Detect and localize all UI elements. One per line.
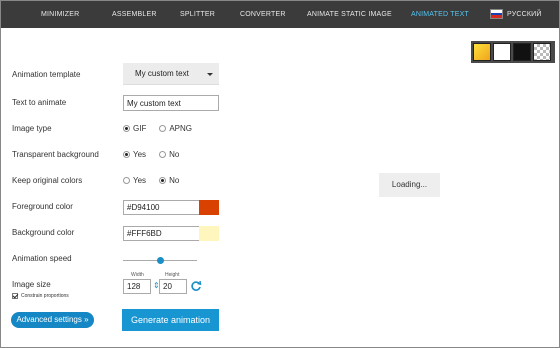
foreground-color-label: Foreground color (12, 202, 73, 211)
app-frame: MINIMIZER ASSEMBLER SPLITTER CONVERTER A… (0, 0, 560, 348)
refresh-icon[interactable] (190, 280, 202, 292)
constrain-proportions-checkbox[interactable] (12, 293, 18, 299)
language-switch[interactable]: РУССКИЙ (507, 1, 542, 28)
transparent-label: Transparent background (12, 150, 99, 159)
foreground-color-input[interactable] (123, 200, 199, 215)
foreground-color-swatch[interactable] (199, 200, 219, 215)
keep-colors-radio-group: Yes No (123, 176, 189, 185)
nav-animate-static-image[interactable]: ANIMATE STATIC IMAGE (307, 1, 392, 28)
swatch-transparent[interactable] (533, 43, 551, 61)
chevron-down-icon (207, 73, 213, 76)
keep-colors-yes-label: Yes (133, 176, 147, 185)
width-label: Width (131, 272, 144, 278)
template-select-value: My custom text (135, 69, 189, 78)
transparent-yes-label: Yes (133, 150, 147, 159)
image-type-apng-label: APNG (169, 124, 193, 133)
keep-colors-yes-radio[interactable] (123, 177, 130, 184)
russian-flag-icon[interactable] (490, 9, 503, 19)
advanced-settings-button[interactable]: Advanced settings » (11, 312, 94, 328)
background-color-swatch[interactable] (199, 226, 219, 241)
text-label: Text to animate (12, 98, 67, 107)
transparent-no-label: No (169, 150, 180, 159)
swatch-gradient[interactable] (473, 43, 491, 61)
height-input[interactable] (159, 279, 187, 294)
swatch-white[interactable] (493, 43, 511, 61)
animation-speed-label: Animation speed (12, 254, 72, 263)
image-type-label: Image type (12, 124, 52, 133)
image-type-apng-radio[interactable] (159, 125, 167, 132)
nav-splitter[interactable]: SPLITTER (180, 1, 215, 28)
image-size-label: Image size (12, 280, 51, 289)
nav-minimizer[interactable]: MINIMIZER (41, 1, 79, 28)
background-color-input[interactable] (123, 226, 199, 241)
template-label: Animation template (12, 70, 81, 79)
keep-colors-no-label: No (169, 176, 180, 185)
preview-background-swatches (471, 41, 555, 63)
constrain-proportions-label: Constrain proportions (21, 293, 69, 299)
generate-animation-button[interactable]: Generate animation (122, 309, 219, 331)
nav-assembler[interactable]: ASSEMBLER (112, 1, 157, 28)
transparent-radio-group: Yes No (123, 150, 189, 159)
width-input[interactable] (123, 279, 151, 294)
template-select[interactable]: My custom text (123, 63, 219, 85)
transparent-yes-radio[interactable] (123, 151, 130, 158)
image-type-gif-label: GIF (133, 124, 147, 133)
swatch-black[interactable] (513, 43, 531, 61)
keep-colors-no-radio[interactable] (159, 177, 167, 184)
keep-colors-label: Keep original colors (12, 176, 83, 185)
height-label: Height (165, 272, 180, 278)
text-input[interactable] (123, 95, 219, 111)
transparent-no-radio[interactable] (159, 151, 167, 158)
loading-indicator: Loading... (379, 173, 440, 197)
speed-slider-handle[interactable] (157, 257, 164, 264)
image-type-gif-radio[interactable] (123, 125, 130, 132)
background-color-label: Background color (12, 228, 75, 237)
nav-converter[interactable]: CONVERTER (240, 1, 286, 28)
image-type-radio-group: GIF APNG (123, 124, 202, 133)
nav-animated-text[interactable]: ANIMATED TEXT (411, 1, 469, 28)
top-navigation: MINIMIZER ASSEMBLER SPLITTER CONVERTER A… (1, 1, 559, 28)
